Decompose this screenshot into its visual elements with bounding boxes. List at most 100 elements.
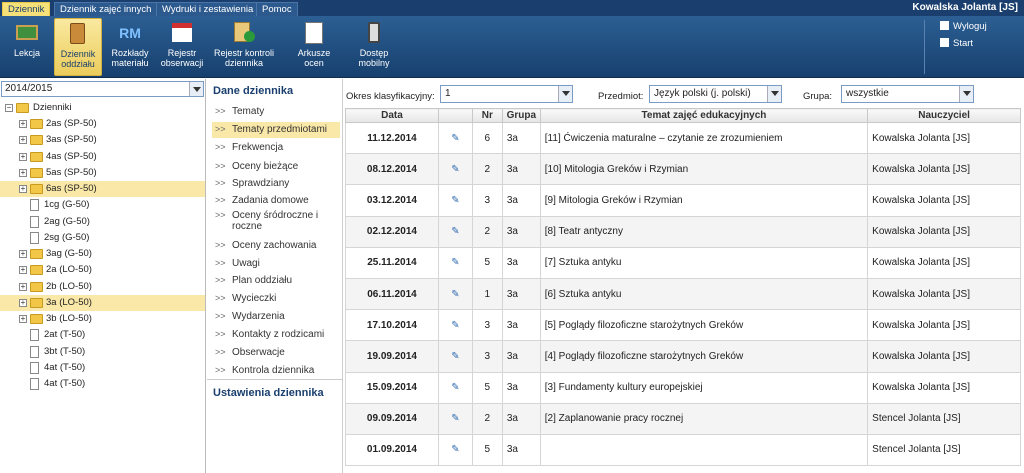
date-cell[interactable]: 08.12.2014 [345,153,439,186]
date-cell[interactable]: 15.09.2014 [345,371,439,404]
expand-icon[interactable]: + [19,266,27,275]
tree-item[interactable]: 4at (T-50) [0,376,205,392]
date-cell[interactable]: 17.10.2014 [345,309,439,342]
edit-pencil-icon[interactable]: ✎ [437,121,473,155]
tree-item[interactable]: 2ag (G-50) [0,214,205,230]
journal-menu-item[interactable]: >> Tematy [212,104,340,120]
col-topic[interactable]: Temat zajęć edukacyjnych [539,108,869,123]
col-teacher[interactable]: Nauczyciel [867,108,1021,123]
journal-menu-item[interactable]: >> Oceny zachowania [212,238,340,254]
expand-icon[interactable]: + [19,136,27,145]
date-cell[interactable]: 01.09.2014 [345,433,439,467]
school-year-select[interactable]: 2014/2015 [1,81,204,97]
col-date[interactable]: Data [345,108,439,123]
date-cell[interactable]: 03.12.2014 [345,184,439,217]
tree-item[interactable]: +2b (LO-50) [0,279,205,295]
journal-menu-item[interactable]: >> Oceny śródroczne i roczne [212,210,340,236]
tree-item[interactable]: 1cg (G-50) [0,197,205,213]
table-row[interactable]: 15.09.2014 ✎ 5 3a [3] Fundamenty kultury eur… [345,371,1021,404]
date-cell[interactable]: 02.12.2014 [345,215,439,248]
chevron-down-icon[interactable] [767,86,781,102]
journal-menu-item[interactable]: >> Sprawdziany [212,176,340,192]
edit-pencil-icon[interactable]: ✎ [437,277,473,311]
tree-item[interactable]: +3as (SP-50) [0,132,205,148]
journal-menu-item[interactable]: >> Zadania domowe [212,193,340,209]
rejestr-kontroli-button[interactable]: Rejestr kontroli dziennika [212,18,276,76]
tab-dziennik-zajec-innych[interactable]: Dziennik zajęć innych [54,2,158,16]
expand-icon[interactable]: + [19,185,27,193]
edit-pencil-icon[interactable]: ✎ [437,184,473,217]
start-link[interactable]: Start [940,38,973,49]
expand-icon[interactable]: + [19,120,27,128]
rozklady-materialu-button[interactable]: RM Rozkłady materiału [106,18,154,76]
dziennik-oddzialu-button[interactable]: Dziennik oddziału [54,18,102,76]
journal-menu-item[interactable]: >> Plan oddziału [212,273,340,289]
expand-icon[interactable]: + [19,250,27,258]
table-row[interactable]: 17.10.2014 ✎ 3 3a [5] Poglądy filozoficzne s… [345,309,1021,342]
expand-icon[interactable]: + [19,298,27,307]
journal-menu-item[interactable]: >> Wycieczki [212,291,340,307]
tree-root[interactable]: − Dzienniki [0,100,205,116]
date-cell[interactable]: 19.09.2014 [345,340,439,373]
arkusze-ocen-button[interactable]: Arkusze ocen [290,18,338,76]
date-cell[interactable]: 25.11.2014 [345,246,439,279]
chevron-down-icon[interactable] [959,86,973,102]
tab-dziennik[interactable]: Dziennik [2,2,51,16]
tree-item[interactable]: +6as (SP-50) [0,181,205,197]
date-cell[interactable]: 06.11.2014 [345,277,439,311]
tree-item[interactable]: +3b (LO-50) [0,311,205,327]
tree-item[interactable]: 2at (T-50) [0,327,205,343]
table-row[interactable]: 01.09.2014 ✎ 5 3a Stencel Jolanta [JS] [345,433,1021,467]
expand-icon[interactable]: + [19,152,27,161]
table-row[interactable]: 09.09.2014 ✎ 2 3a [2] Zaplanowanie pracy roc… [345,402,1021,435]
collapse-icon[interactable]: − [5,104,13,112]
group-select[interactable]: wszystkie [841,85,974,103]
table-row[interactable]: 08.12.2014 ✎ 2 3a [10] Mitologia Greków i Rz… [345,153,1021,186]
col-group[interactable]: Grupa [501,108,541,123]
journal-menu-item[interactable]: >> Kontakty z rodzicami [212,327,340,343]
edit-pencil-icon[interactable]: ✎ [437,433,473,467]
journal-menu-item[interactable]: >> Tematy przedmiotami [212,122,340,138]
table-row[interactable]: 06.11.2014 ✎ 1 3a [6] Sztuka antyku Kowalska … [345,277,1021,311]
tree-item[interactable]: +2as (SP-50) [0,116,205,132]
tree-item[interactable]: +3a (LO-50) [0,294,205,311]
table-row[interactable]: 19.09.2014 ✎ 3 3a [4] Poglądy filozoficzne s… [345,340,1021,373]
tree-item[interactable]: 3bt (T-50) [0,344,205,360]
edit-pencil-icon[interactable]: ✎ [437,340,473,373]
tree-item[interactable]: +5as (SP-50) [0,165,205,181]
col-nr[interactable]: Nr [471,108,503,123]
journal-menu-item[interactable]: >> Uwagi [212,256,340,272]
tree-item[interactable]: +3ag (G-50) [0,246,205,262]
table-row[interactable]: 11.12.2014 ✎ 6 3a [11] Ćwiczenia maturalne –… [345,121,1021,155]
table-row[interactable]: 25.11.2014 ✎ 5 3a [7] Sztuka antyku Kowalska … [345,246,1021,279]
period-select[interactable]: 1 [440,85,573,103]
lekcja-button[interactable]: Lekcja [4,18,50,76]
chevron-down-icon[interactable] [558,86,572,102]
tree-item[interactable]: +4as (SP-50) [0,149,205,165]
journal-menu-item[interactable]: >> Oceny bieżące [212,159,340,175]
expand-icon[interactable]: + [19,168,27,177]
edit-pencil-icon[interactable]: ✎ [437,402,473,435]
expand-icon[interactable]: + [19,315,27,323]
edit-pencil-icon[interactable]: ✎ [437,215,473,248]
journal-settings-header[interactable]: Ustawienia dziennika [213,387,324,399]
dostep-mobilny-button[interactable]: Dostęp mobilny [350,18,398,76]
rejestr-obserwacji-button[interactable]: Rejestr obserwacji [158,18,206,76]
date-cell[interactable]: 11.12.2014 [345,121,439,155]
edit-pencil-icon[interactable]: ✎ [437,309,473,342]
edit-pencil-icon[interactable]: ✎ [437,246,473,279]
edit-pencil-icon[interactable]: ✎ [437,153,473,186]
journal-menu-item[interactable]: >> Kontrola dziennika [212,363,340,379]
journal-menu-item[interactable]: >> Frekwencja [212,140,340,156]
tab-wydruki[interactable]: Wydruki i zestawienia [156,2,260,16]
edit-pencil-icon[interactable]: ✎ [437,371,473,404]
subject-select[interactable]: Język polski (j. polski) [649,85,782,103]
chevron-down-icon[interactable] [189,82,203,96]
tab-pomoc[interactable]: Pomoc [256,2,298,16]
table-row[interactable]: 03.12.2014 ✎ 3 3a [9] Mitologia Greków i Rzy… [345,184,1021,217]
tree-item[interactable]: 2sg (G-50) [0,230,205,246]
table-row[interactable]: 02.12.2014 ✎ 2 3a [8] Teatr antyczny Kowalska… [345,215,1021,248]
journal-menu-item[interactable]: >> Obserwacje [212,345,340,361]
date-cell[interactable]: 09.09.2014 [345,402,439,435]
journal-menu-item[interactable]: >> Wydarzenia [212,309,340,325]
